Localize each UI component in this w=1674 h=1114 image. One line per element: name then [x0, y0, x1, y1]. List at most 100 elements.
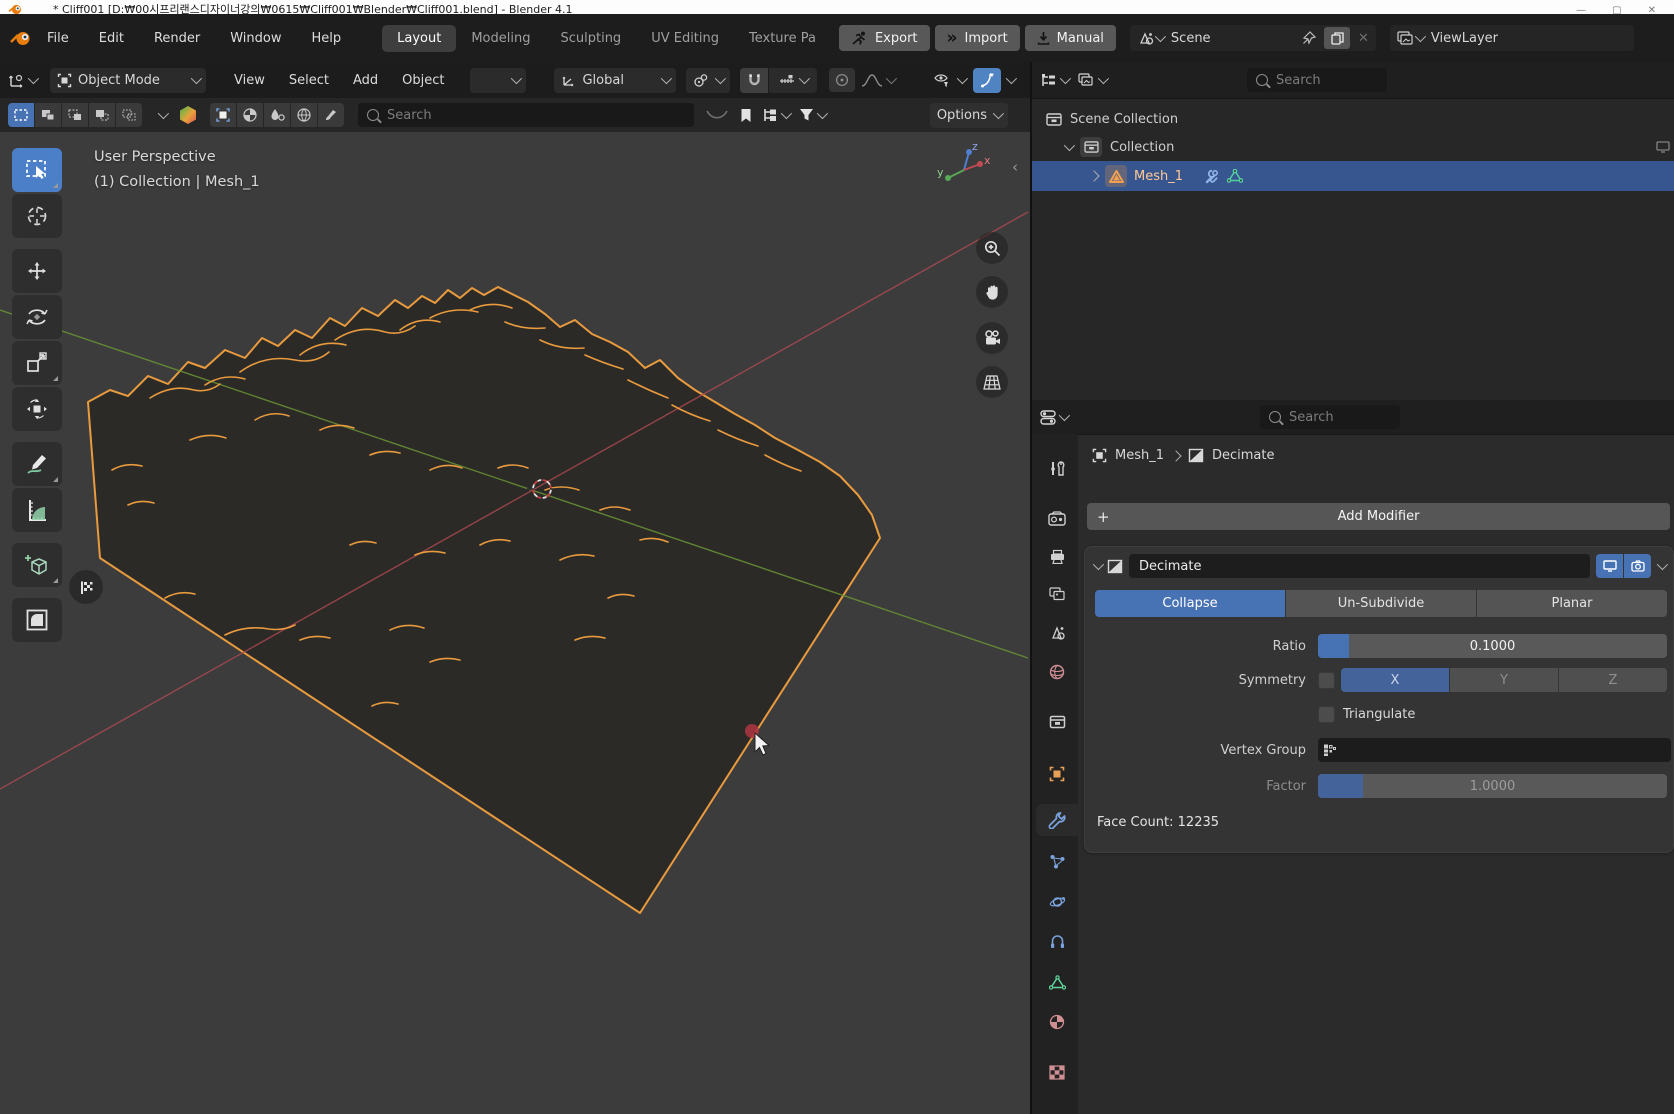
maximize-icon[interactable]: ▢: [1612, 5, 1621, 14]
menu-edit[interactable]: Edit: [84, 31, 139, 46]
blender-menu-logo-icon[interactable]: [10, 31, 32, 46]
view-layer-selector[interactable]: ViewLayer: [1390, 25, 1634, 51]
tab-view-layer[interactable]: [1036, 578, 1078, 610]
tab-planar[interactable]: Planar: [1477, 590, 1667, 617]
factor-slider[interactable]: 1.0000: [1318, 774, 1667, 798]
outliner-row-collection[interactable]: Collection: [1032, 133, 1674, 161]
filter-brush-button[interactable]: [318, 103, 344, 127]
unlink-scene-icon[interactable]: ✕: [1358, 31, 1369, 46]
tab-un-subdivide[interactable]: Un-Subdivide: [1286, 590, 1476, 617]
manual-button[interactable]: Manual: [1025, 25, 1116, 51]
curve-falloff-icon[interactable]: [706, 109, 728, 121]
axis-y-button[interactable]: Y: [1450, 668, 1558, 692]
viewport-popup-button[interactable]: [69, 570, 103, 604]
menu-render[interactable]: Render: [139, 31, 215, 46]
menu-object[interactable]: Object: [390, 73, 456, 88]
menu-view[interactable]: View: [222, 73, 277, 88]
properties-editor-type-button[interactable]: [1040, 410, 1067, 425]
tab-tool[interactable]: [1036, 452, 1078, 484]
tool-scale[interactable]: [12, 341, 62, 385]
mode-dropdown[interactable]: Object Mode: [50, 68, 206, 93]
tab-constraints[interactable]: [1036, 926, 1078, 958]
breadcrumb-modifier[interactable]: Decimate: [1212, 448, 1275, 463]
export-button[interactable]: Export: [839, 25, 930, 51]
filter-fluid-button[interactable]: [264, 103, 290, 127]
menu-file[interactable]: File: [32, 31, 84, 46]
addon-gradient-hexagon-icon[interactable]: [178, 105, 198, 125]
tool-mode-dropdown[interactable]: [470, 68, 526, 93]
display-viewport-toggle[interactable]: [1596, 554, 1623, 578]
tab-texture-paint[interactable]: Texture Pa: [734, 25, 831, 52]
modifier-name-input[interactable]: Decimate: [1129, 554, 1590, 578]
pin-icon[interactable]: [1302, 31, 1316, 45]
properties-search-input[interactable]: Search: [1260, 405, 1400, 429]
select-mode-invert-button[interactable]: [89, 103, 115, 127]
tab-uv-editing[interactable]: UV Editing: [636, 25, 734, 52]
filter-object-button[interactable]: [210, 103, 236, 127]
tab-scene[interactable]: [1036, 616, 1078, 648]
hierarchy-dropdown[interactable]: [762, 108, 789, 122]
select-mode-extend-button[interactable]: [35, 103, 61, 127]
sidebar-toggle-arrow[interactable]: ‹: [1012, 158, 1018, 176]
snap-toggle-button[interactable]: [740, 68, 768, 93]
outliner-row-scene-collection[interactable]: Scene Collection: [1032, 105, 1674, 133]
pivot-point-dropdown[interactable]: [686, 68, 730, 93]
tab-texture[interactable]: [1036, 1056, 1078, 1088]
snap-settings-dropdown[interactable]: [769, 68, 817, 93]
symmetry-checkbox[interactable]: [1318, 672, 1335, 689]
show-gizmo-button[interactable]: [973, 68, 1001, 93]
proportional-falloff-dropdown[interactable]: [861, 73, 894, 88]
proportional-editing-button[interactable]: [829, 68, 855, 92]
pan-button[interactable]: [976, 276, 1008, 308]
menu-add[interactable]: Add: [341, 73, 390, 88]
tool-rotate[interactable]: [12, 295, 62, 339]
tab-render[interactable]: [1036, 502, 1078, 534]
tab-material[interactable]: [1036, 1006, 1078, 1038]
tab-sculpting[interactable]: Sculpting: [545, 25, 636, 52]
outliner-display-mode-button[interactable]: [1078, 73, 1106, 87]
monitor-toggle-icon[interactable]: [1656, 141, 1670, 153]
tab-collapse[interactable]: Collapse: [1095, 590, 1285, 617]
orthographic-toggle-button[interactable]: [976, 366, 1008, 398]
options-dropdown[interactable]: Options: [930, 103, 1008, 128]
tab-object-data[interactable]: [1036, 966, 1078, 998]
chevron-down-icon[interactable]: [158, 108, 169, 119]
breadcrumb-object[interactable]: Mesh_1: [1115, 448, 1164, 463]
tool-annotate[interactable]: [12, 442, 62, 486]
scene-selector[interactable]: Scene ✕: [1130, 25, 1376, 51]
visibility-dropdown[interactable]: [934, 73, 965, 88]
tab-modeling[interactable]: Modeling: [456, 25, 545, 52]
zoom-button[interactable]: [976, 232, 1008, 264]
bookmark-icon[interactable]: [740, 108, 752, 123]
close-icon[interactable]: ✕: [1648, 5, 1656, 14]
axis-z-button[interactable]: Z: [1559, 668, 1667, 692]
add-modifier-button[interactable]: + Add Modifier: [1087, 503, 1670, 530]
select-mode-subtract-button[interactable]: [62, 103, 88, 127]
expanded-chevron-icon[interactable]: [1064, 140, 1075, 151]
minimize-icon[interactable]: —: [1576, 5, 1586, 14]
outliner-search-input[interactable]: Search: [1247, 68, 1387, 92]
tool-cursor[interactable]: [12, 194, 62, 238]
menu-window[interactable]: Window: [215, 31, 296, 46]
tab-layout[interactable]: Layout: [382, 25, 456, 52]
new-scene-button[interactable]: [1324, 27, 1350, 49]
vertex-group-input[interactable]: [1318, 738, 1671, 762]
tab-object[interactable]: [1036, 758, 1078, 790]
axis-x-button[interactable]: X: [1341, 668, 1449, 692]
filter-dropdown[interactable]: [799, 108, 825, 122]
panel-extras-chevron-icon[interactable]: [1657, 559, 1668, 570]
menu-help[interactable]: Help: [297, 31, 357, 46]
tool-select-box[interactable]: [12, 148, 62, 192]
tab-output[interactable]: [1036, 540, 1078, 572]
tab-physics[interactable]: [1036, 886, 1078, 918]
select-mode-set-button[interactable]: [8, 103, 34, 127]
outliner-editor-type-button[interactable]: [1040, 73, 1068, 87]
tool-add-cube[interactable]: [12, 543, 62, 587]
navigation-gizmo[interactable]: y z x: [936, 144, 992, 194]
tool-measure[interactable]: [12, 488, 62, 532]
tool-move[interactable]: [12, 249, 62, 293]
transform-orientation-dropdown[interactable]: Global: [554, 68, 676, 93]
select-mode-intersect-button[interactable]: [116, 103, 142, 127]
menu-select[interactable]: Select: [277, 73, 341, 88]
editor-type-button[interactable]: [8, 73, 36, 88]
